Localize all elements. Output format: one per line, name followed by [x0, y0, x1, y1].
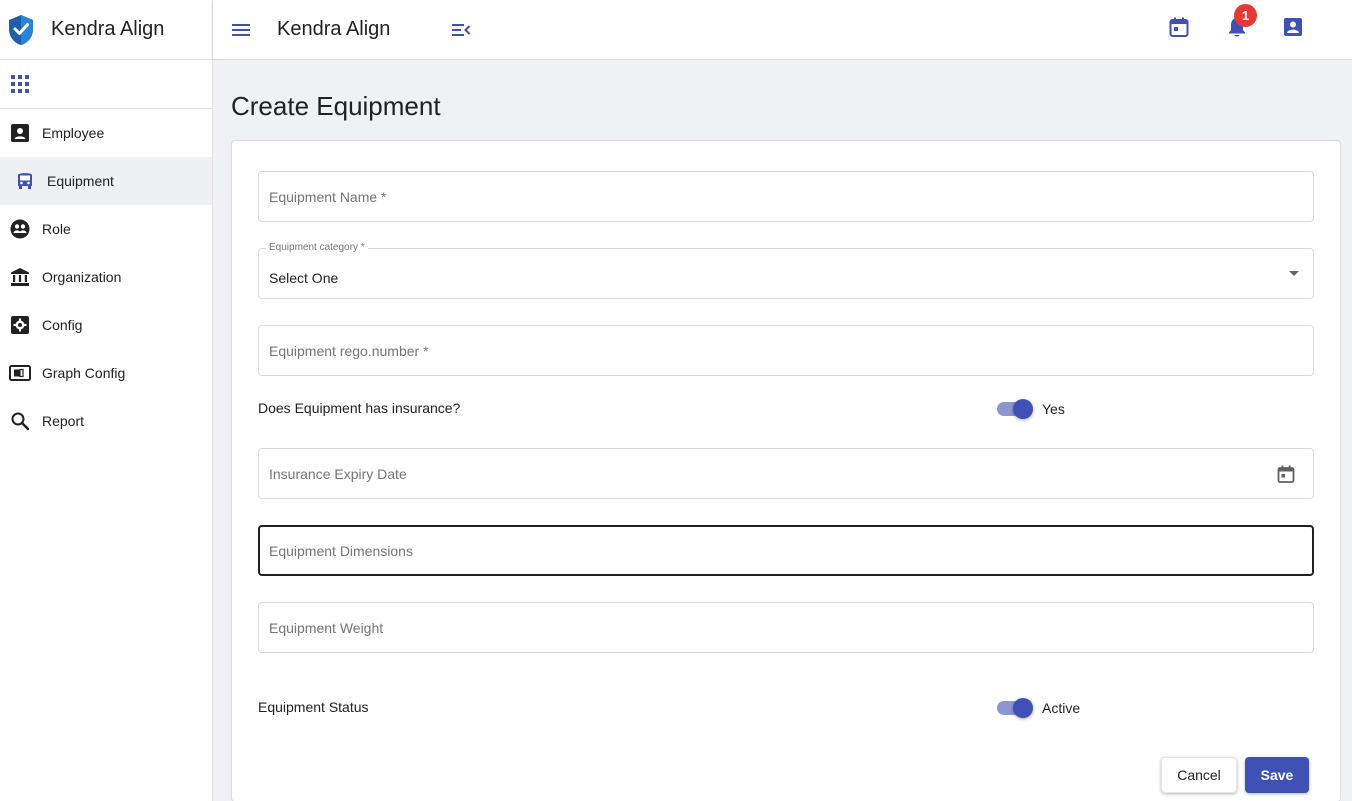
sidebar-item-report[interactable]: Report	[0, 397, 212, 445]
status-toggle[interactable]: Active	[997, 698, 1080, 718]
switch-thumb	[1013, 399, 1033, 419]
account-box-icon	[1284, 18, 1302, 36]
calendar-icon	[1169, 17, 1189, 37]
insurance-expiry-date-field[interactable]: Insurance Expiry Date	[258, 448, 1314, 499]
brand-name: Kendra Align	[51, 18, 165, 40]
sidebar-item-label: Config	[42, 317, 83, 333]
switch-box-icon	[9, 362, 31, 384]
collapse-sidebar-button[interactable]	[450, 19, 472, 41]
apps-grid-button[interactable]	[0, 60, 212, 109]
header-actions: 1	[1152, 0, 1352, 60]
equipment-weight-field[interactable]: Equipment Weight	[258, 602, 1314, 653]
insurance-switch[interactable]	[997, 399, 1033, 419]
sidebar-item-employee[interactable]: Employee	[0, 109, 212, 157]
apps-grid-icon	[11, 75, 29, 93]
insurance-toggle[interactable]: Yes	[997, 399, 1065, 419]
sidebar-item-label: Graph Config	[42, 365, 126, 381]
insurance-question-label: Does Equipment has insurance?	[258, 400, 461, 416]
notifications-button[interactable]: 1	[1225, 4, 1257, 39]
page-title: Create Equipment	[231, 91, 441, 121]
insurance-expiry-placeholder: Insurance Expiry Date	[269, 466, 407, 482]
notification-badge: 1	[1234, 4, 1257, 27]
equipment-form-card: Equipment Name * Equipment category * Se…	[231, 140, 1341, 801]
switch-thumb	[1013, 698, 1033, 718]
equipment-category-value: Select One	[269, 270, 339, 286]
equipment-category-select[interactable]: Equipment category * Select One	[258, 242, 1314, 299]
sidebar-item-graph-config[interactable]: Graph Config	[0, 349, 212, 397]
menu-open-icon	[452, 23, 471, 36]
settings-box-icon	[9, 314, 31, 336]
sidebar-item-label: Organization	[42, 269, 122, 285]
sidebar-item-organization[interactable]: Organization	[0, 253, 212, 301]
sidebar-item-label: Employee	[42, 125, 105, 141]
dropdown-arrow-icon	[1289, 271, 1299, 276]
group-icon	[9, 218, 31, 240]
equipment-category-label: Equipment category *	[266, 242, 368, 253]
sidebar-item-label: Report	[42, 413, 85, 429]
equipment-name-field[interactable]: Equipment Name *	[258, 171, 1314, 222]
calendar-picker-icon[interactable]	[1277, 465, 1295, 483]
rego-number-placeholder: Equipment rego.number *	[269, 343, 429, 359]
cancel-button[interactable]: Cancel	[1161, 757, 1237, 793]
hamburger-menu-icon	[232, 23, 250, 36]
sidebar-nav: Employee Equipment Role Organization Con…	[0, 109, 212, 445]
sidebar-item-config[interactable]: Config	[0, 301, 212, 349]
header-title: Kendra Align	[277, 18, 391, 40]
equipment-weight-placeholder: Equipment Weight	[269, 620, 384, 636]
status-toggle-label: Active	[1042, 700, 1081, 716]
sidebar-item-equipment[interactable]: Equipment	[0, 157, 212, 205]
sidebar-item-label: Role	[42, 221, 71, 237]
calendar-button[interactable]	[1167, 15, 1191, 39]
search-icon	[9, 410, 31, 432]
status-switch[interactable]	[997, 698, 1033, 718]
save-button[interactable]: Save	[1245, 757, 1309, 793]
menu-button[interactable]	[230, 19, 252, 41]
equipment-status-label: Equipment Status	[258, 699, 369, 715]
top-app-bar: Kendra Align 1	[213, 0, 1352, 60]
account-button[interactable]	[1281, 15, 1305, 39]
main-content: Create Equipment Equipment Name * Equipm…	[213, 60, 1352, 801]
bus-icon	[14, 170, 36, 192]
equipment-name-placeholder: Equipment Name *	[269, 189, 387, 205]
sidebar: Kendra Align Employee Equipment Role Org…	[0, 0, 213, 801]
contact-card-icon	[9, 122, 31, 144]
bank-icon	[9, 266, 31, 288]
insurance-toggle-label: Yes	[1042, 401, 1065, 417]
equipment-dimensions-placeholder: Equipment Dimensions	[269, 543, 413, 559]
rego-number-field[interactable]: Equipment rego.number *	[258, 325, 1314, 376]
equipment-dimensions-field[interactable]: Equipment Dimensions	[258, 525, 1314, 576]
shield-check-logo-icon	[9, 14, 33, 45]
sidebar-item-label: Equipment	[47, 173, 114, 189]
sidebar-item-role[interactable]: Role	[0, 205, 212, 253]
brand: Kendra Align	[0, 0, 212, 60]
